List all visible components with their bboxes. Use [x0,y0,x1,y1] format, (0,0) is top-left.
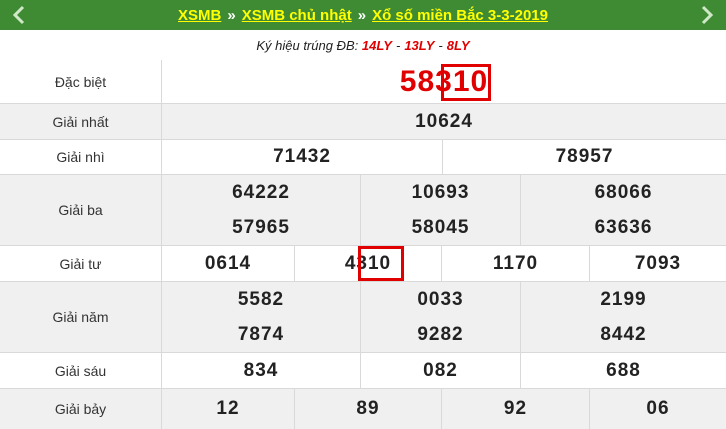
prize-number: 89 [295,389,442,429]
prize-number: 92 [442,389,590,429]
special-code-line: Ký hiệu trúng ĐB: 14LY - 13LY - 8LY [0,30,726,61]
special-code-3: 8LY [446,37,470,53]
prize-label: Giải năm [0,282,162,352]
breadcrumb-link-current-draw[interactable]: Xổ số miền Bắc 3-3-2019 [372,7,548,24]
prize-number: 10693 [361,175,521,210]
prize-number: 7093 [634,252,682,274]
special-code-2: 13LY [404,37,435,53]
breadcrumb-separator: » [357,6,367,24]
prize-label: Giải sáu [0,353,162,388]
prize-row-seventh: Giải bảy 12 89 92 06 [0,389,726,429]
chevron-right-icon[interactable] [696,4,718,26]
prize-number: 12 [162,389,295,429]
prize-label: Giải ba [0,175,162,245]
prize-label: Đặc biệt [0,60,162,103]
breadcrumb-link-xsmb-sunday[interactable]: XSMB chủ nhật [242,7,352,24]
special-prize-number: 58310 [399,64,489,98]
prize-row-fifth: Giải năm 5582 0033 2199 7874 9282 8442 [0,282,726,353]
prize-number: 4310 [295,246,442,281]
prize-label: Giải nhì [0,140,162,174]
prize-label: Giải nhất [0,104,162,139]
prize-number: 57965 [162,210,361,245]
code-separator: - [395,37,401,53]
prize-number: 64222 [162,175,361,210]
prize-row-sixth: Giải sáu 834 082 688 [0,353,726,389]
code-separator: - [438,37,443,53]
prize-label: Giải tư [0,246,162,281]
prize-number: 082 [361,353,521,388]
prize-number: 2199 [600,288,647,310]
prize-row-first: Giải nhất 10624 [0,104,726,140]
special-code-1: 14LY [361,37,392,53]
chevron-left-icon[interactable] [8,4,30,26]
prize-number: 06 [646,398,670,419]
breadcrumb: XSMB » XSMB chủ nhật » Xổ số miền Bắc 3-… [178,7,548,24]
prize-number: 1170 [442,246,590,281]
prize-number: 0614 [162,246,295,281]
prize-number: 9282 [361,317,521,352]
prize-number: 10624 [415,110,473,132]
prize-number: 78957 [555,146,614,167]
prize-number: 5582 [162,282,361,317]
prize-label: Giải bảy [0,389,162,429]
prize-number: 68066 [594,181,653,203]
header-bar: XSMB » XSMB chủ nhật » Xổ số miền Bắc 3-… [0,0,726,30]
prize-number: 688 [606,359,641,381]
prize-number: 834 [162,353,361,388]
breadcrumb-separator: » [227,6,236,24]
prize-number: 71432 [162,140,443,174]
special-code-label: Ký hiệu trúng ĐB: [256,37,359,53]
prize-number: 63636 [594,216,653,238]
prize-number: 0033 [361,282,521,317]
prize-row-third: Giải ba 64222 10693 68066 57965 58045 63… [0,175,726,246]
prize-row-special: Đặc biệt 58310 [0,60,726,104]
breadcrumb-link-xsmb[interactable]: XSMB [178,7,221,24]
prize-number: 58045 [361,210,521,245]
lottery-result-page: XSMB » XSMB chủ nhật » Xổ số miền Bắc 3-… [0,0,726,429]
prize-number: 8442 [600,323,647,345]
prize-number: 7874 [162,317,361,352]
prize-row-fourth: Giải tư 0614 4310 1170 7093 [0,246,726,282]
prize-row-second: Giải nhì 71432 78957 [0,140,726,175]
